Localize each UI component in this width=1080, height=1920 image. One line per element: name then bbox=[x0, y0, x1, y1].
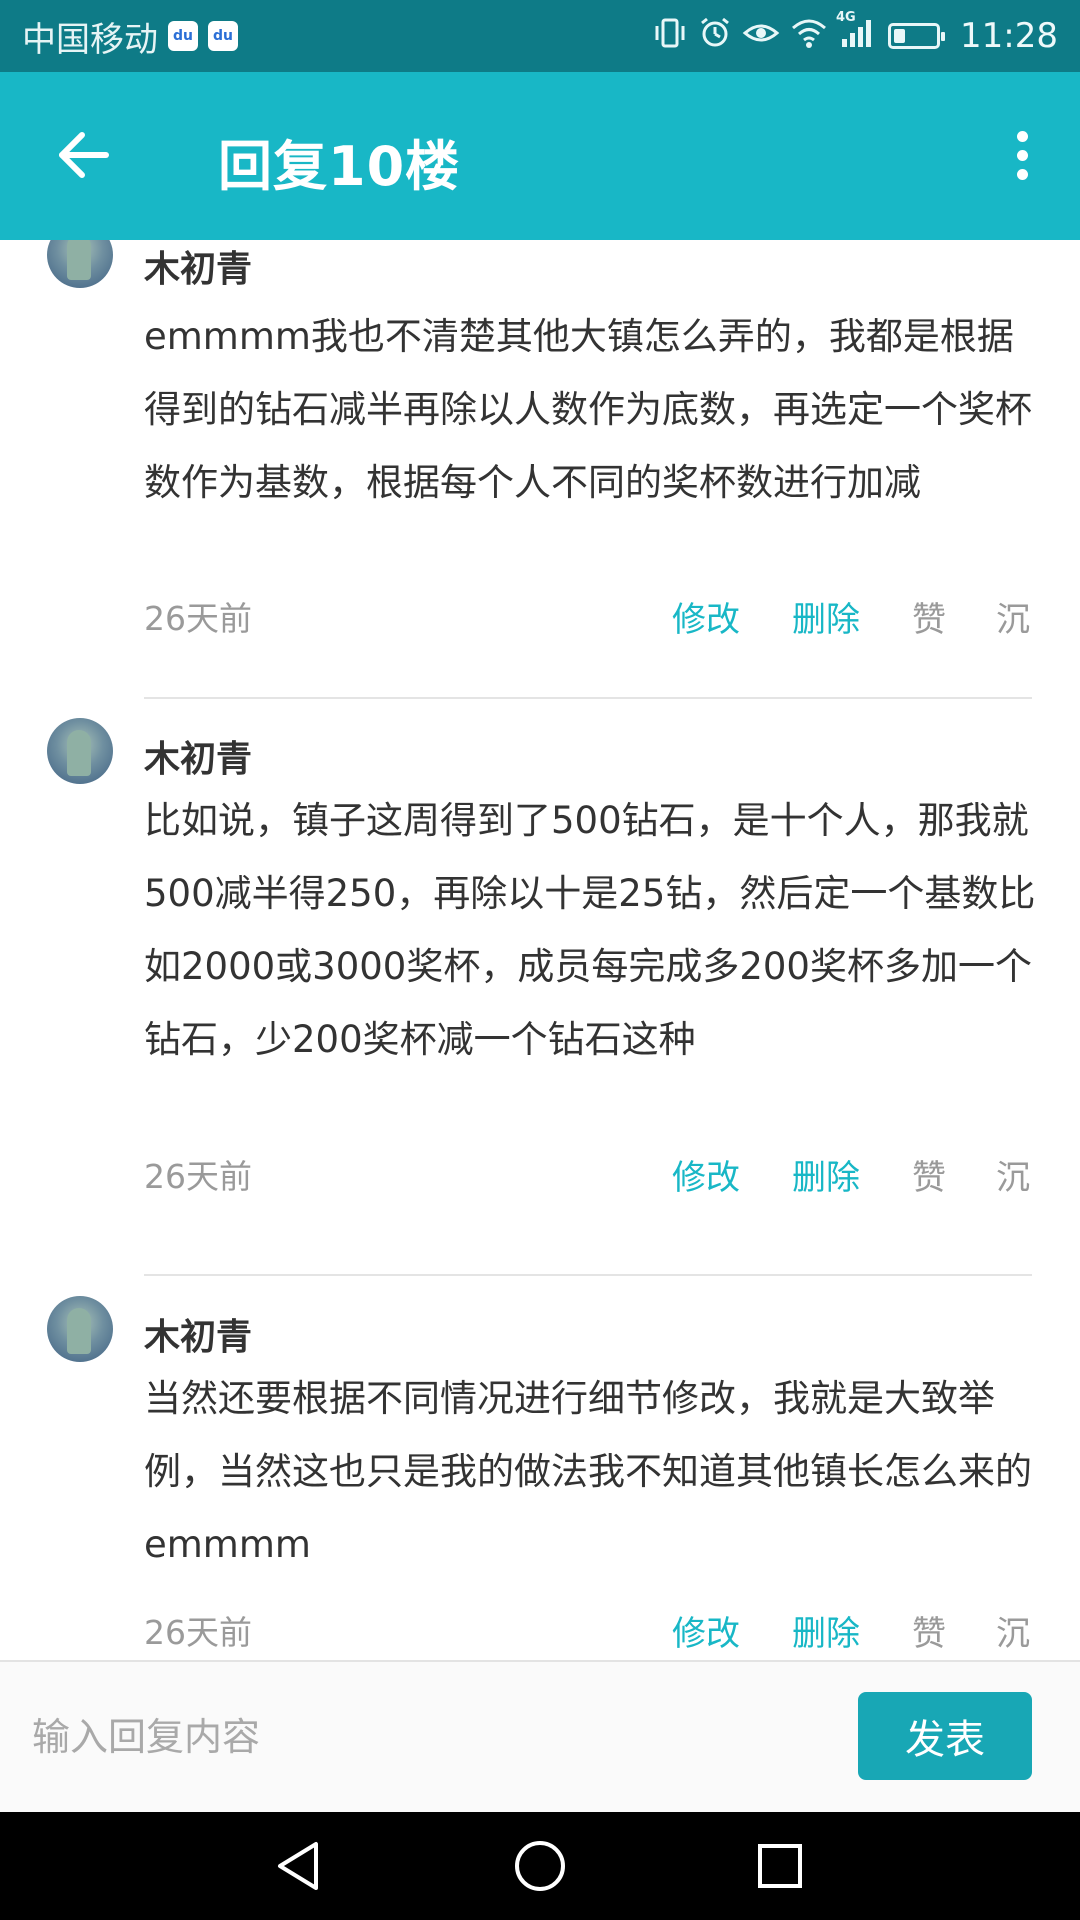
reply-meta: 26天前 修改 删除 赞 沉 bbox=[144, 1150, 1032, 1200]
carrier-label: 中国移动 bbox=[22, 19, 158, 60]
post-button[interactable]: 发表 bbox=[858, 1692, 1032, 1780]
reply-meta: 26天前 修改 删除 赞 沉 bbox=[144, 592, 1032, 642]
status-bar-left: 中国移动 du du bbox=[22, 12, 238, 61]
alarm-icon bbox=[698, 16, 732, 56]
reply-text: 比如说，镇子这周得到了500钻石，是十个人，那我就500减半得250，再除以十是… bbox=[144, 799, 1036, 1061]
network-type-label: 4G bbox=[836, 10, 856, 25]
system-nav-bar bbox=[0, 1812, 1080, 1920]
reply-meta: 26天前 修改 删除 赞 沉 bbox=[144, 1606, 1032, 1656]
arrow-left-icon bbox=[59, 132, 109, 178]
sink-button[interactable]: 沉 bbox=[996, 592, 1030, 641]
nav-back-button[interactable] bbox=[258, 1834, 338, 1898]
status-bar-right: 4G 11:28 bbox=[652, 11, 1058, 56]
status-time: 11:28 bbox=[960, 16, 1058, 56]
page-title: 回复10楼 bbox=[218, 135, 461, 198]
user-name[interactable]: 木初青 bbox=[144, 730, 252, 782]
eye-icon bbox=[742, 18, 780, 54]
more-vertical-icon-dot bbox=[1016, 130, 1028, 142]
vibrate-icon bbox=[652, 17, 688, 55]
avatar[interactable] bbox=[47, 240, 113, 288]
delete-button[interactable]: 删除 bbox=[792, 592, 860, 641]
sink-button[interactable]: 沉 bbox=[996, 1150, 1030, 1199]
divider bbox=[144, 697, 1032, 699]
edit-button[interactable]: 修改 bbox=[672, 592, 740, 641]
status-bar: 中国移动 du du 4G 11:28 bbox=[0, 0, 1080, 72]
avatar[interactable] bbox=[47, 718, 113, 784]
divider bbox=[144, 1274, 1032, 1276]
reply-time: 26天前 bbox=[144, 1613, 252, 1652]
reply-text: emmmm我也不清楚其他大镇怎么弄的，我都是根据得到的钻石减半再除以人数作为底数… bbox=[144, 315, 1032, 504]
like-button[interactable]: 赞 bbox=[912, 1150, 946, 1199]
more-vertical-icon-dot bbox=[1016, 149, 1028, 161]
wifi-icon bbox=[790, 17, 828, 55]
reply-list[interactable]: 木初青 emmmm我也不清楚其他大镇怎么弄的，我都是根据得到的钻石减半再除以人数… bbox=[0, 240, 1080, 1660]
edit-button[interactable]: 修改 bbox=[672, 1150, 740, 1199]
like-button[interactable]: 赞 bbox=[912, 1606, 946, 1655]
signal-icon: 4G bbox=[836, 11, 878, 55]
reply-input-bar: 发表 bbox=[0, 1660, 1080, 1812]
like-button[interactable]: 赞 bbox=[912, 592, 946, 641]
nav-recent-button[interactable] bbox=[740, 1834, 820, 1898]
nav-recent-icon bbox=[758, 1844, 802, 1888]
nav-back-icon bbox=[278, 1842, 318, 1890]
sink-button[interactable]: 沉 bbox=[996, 1606, 1030, 1655]
reply-input[interactable] bbox=[30, 1692, 834, 1782]
more-options-button[interactable] bbox=[992, 120, 1052, 190]
reply-time: 26天前 bbox=[144, 599, 252, 638]
app-notification-icon: du bbox=[168, 21, 198, 51]
nav-home-icon bbox=[515, 1841, 565, 1891]
edit-button[interactable]: 修改 bbox=[672, 1606, 740, 1655]
delete-button[interactable]: 删除 bbox=[792, 1150, 860, 1199]
app-header: 回复10楼 bbox=[0, 72, 1080, 240]
nav-home-button[interactable] bbox=[500, 1834, 580, 1898]
reply-text: 当然还要根据不同情况进行细节修改，我就是大致举例，当然这也只是我的做法我不知道其… bbox=[144, 1377, 1032, 1566]
baidu-notification-icon: du bbox=[208, 21, 238, 51]
reply-time: 26天前 bbox=[144, 1157, 252, 1196]
user-name[interactable]: 木初青 bbox=[144, 240, 252, 292]
avatar[interactable] bbox=[47, 1296, 113, 1362]
delete-button[interactable]: 删除 bbox=[792, 1606, 860, 1655]
battery-level bbox=[894, 29, 906, 43]
more-vertical-icon-dot bbox=[1016, 168, 1028, 180]
battery-icon bbox=[888, 23, 946, 49]
back-button[interactable] bbox=[40, 117, 126, 193]
user-name[interactable]: 木初青 bbox=[144, 1308, 252, 1360]
